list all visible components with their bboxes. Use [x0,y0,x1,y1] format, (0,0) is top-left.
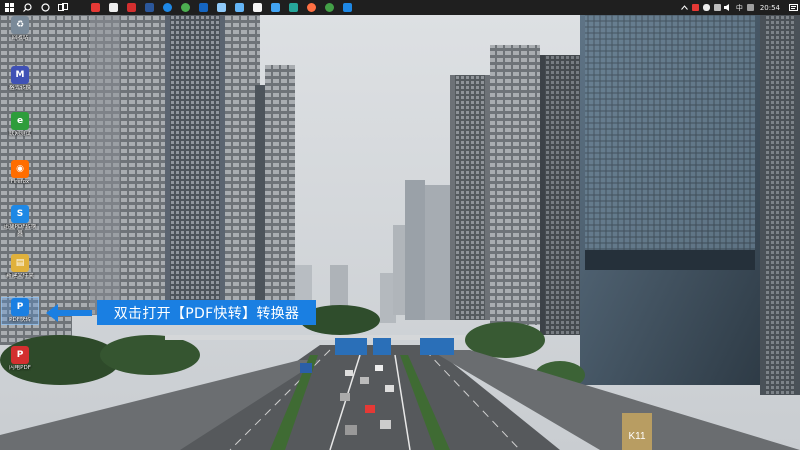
desktop-icon-label: 回收站 [11,35,29,41]
clock[interactable]: 20:54 [756,4,786,12]
red-app-taskbar-button[interactable] [122,0,140,15]
pdf-app-taskbar-button[interactable] [86,0,104,15]
chrome-app-icon [180,3,190,12]
desktop-icon-6[interactable]: P PDF快转 [1,297,39,325]
desktop-app-icon: S [11,205,29,223]
keyboard-icon[interactable] [745,0,756,15]
cloud-tray-icon[interactable] [701,0,712,15]
notification-icon [788,3,798,11]
chrome-app-taskbar-button[interactable] [176,0,194,15]
edge-app-icon [162,3,172,12]
desktop-app-icon: ▤ [11,254,29,272]
k11-sign-text: K11 [628,431,645,442]
desktop-icon-2[interactable]: e 联网测试 [2,112,38,138]
callout-text: 双击打开【PDF快转】转换器 [113,305,300,322]
desktop-icon-7[interactable]: P 闪电PDF [2,346,38,372]
edge-app-taskbar-button[interactable] [158,0,176,15]
notes-app-taskbar-button[interactable] [194,0,212,15]
screen-app-taskbar-button[interactable] [266,0,284,15]
photo-app-icon [216,3,226,12]
network-icon[interactable] [712,0,723,15]
search-button[interactable] [18,0,36,15]
notification-button[interactable] [786,0,800,15]
camera-app-taskbar-button[interactable] [104,0,122,15]
desktop-icon-4[interactable]: S 迅捷PDF转换器 [2,205,38,238]
blue-app-icon [342,3,352,12]
word-app-taskbar-button[interactable] [140,0,158,15]
desktop-icon-label: 新建文件夹 [6,273,34,279]
firefox-app-icon [306,3,316,12]
screen-app-icon [270,3,280,12]
wechat-app-taskbar-button[interactable] [320,0,338,15]
wechat-app-icon [324,3,334,12]
desktop-app-icon: ♻ [11,16,29,34]
taskbar: 中 20:54 [0,0,800,15]
taskbar-apps [86,0,356,15]
desktop-wallpaper: K11 [0,15,800,450]
desktop-app-icon: e [11,112,29,130]
desktop-icon-label: PDF快转 [9,317,31,323]
circle-icon [40,3,50,12]
desktop-icon-label: 迅捷PDF转换器 [3,224,37,237]
desktop-icon-0[interactable]: ♻ 回收站 [2,16,38,42]
pdf-app-icon [90,3,100,12]
desktop-app-icon: P [11,298,29,316]
photo-app-taskbar-button[interactable] [212,0,230,15]
notes-app-icon [198,3,208,12]
desktop-icon-3[interactable]: ◉ Firefox [2,160,38,186]
desktop-app-icon: ◉ [11,160,29,178]
chevron-up-icon[interactable] [679,0,690,15]
camera-app-icon [108,3,118,12]
search-icon [22,3,32,12]
task-view-icon [58,3,68,11]
desktop-icon-label: 联网测试 [8,131,31,137]
desktop-icon-label: 格式转换 [8,85,31,91]
blue-app-taskbar-button[interactable] [338,0,356,15]
start-button[interactable] [0,0,18,15]
red-app-icon [126,3,136,12]
city-street-photo: K11 [0,15,800,450]
windows-icon [4,3,14,12]
desktop-icon-1[interactable]: M 格式转换 [2,66,38,92]
antivirus-tray-icon[interactable] [690,0,701,15]
ime-indicator[interactable]: 中 [734,0,745,15]
desktop-icon-label: Firefox [10,179,30,185]
settings-app-taskbar-button[interactable] [284,0,302,15]
word-app-icon [144,3,154,12]
firefox-app-taskbar-button[interactable] [302,0,320,15]
doc-app-icon [252,3,262,12]
doc-app-taskbar-button[interactable] [248,0,266,15]
desktop-icon-5[interactable]: ▤ 新建文件夹 [2,254,38,280]
desktop-icon-label: 闪电PDF [9,365,31,371]
settings-app-icon [288,3,298,12]
system-tray: 中 20:54 [679,0,800,15]
desktop-app-icon: M [11,66,29,84]
instruction-callout: 双击打开【PDF快转】转换器 [97,300,316,325]
monitor-app-taskbar-button[interactable] [230,0,248,15]
cortana-button[interactable] [36,0,54,15]
left-arrow-icon [46,304,92,322]
monitor-app-icon [234,3,244,12]
desktop-app-icon: P [11,346,29,364]
volume-icon[interactable] [723,0,734,15]
task-view-button[interactable] [54,0,72,15]
